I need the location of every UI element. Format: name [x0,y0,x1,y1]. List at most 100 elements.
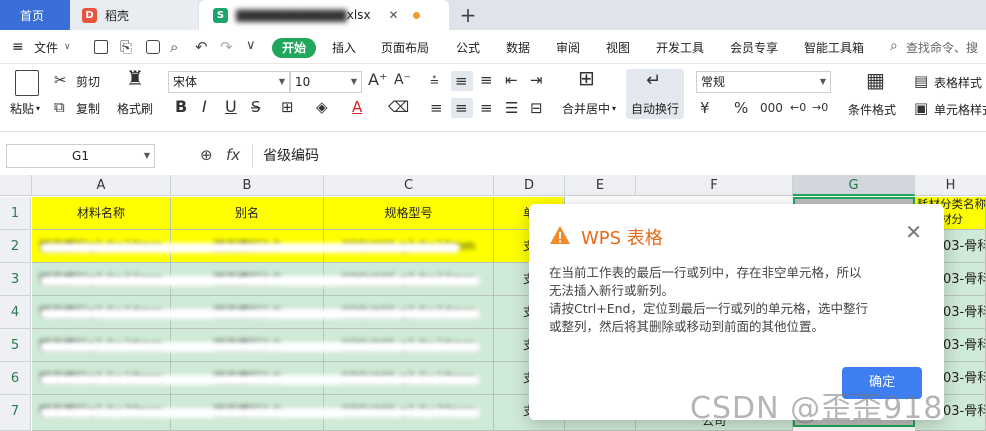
chevron-down-icon: ▼ [278,77,285,86]
export-icon[interactable]: ⎘ [120,38,132,56]
zoom-icon[interactable]: ⊕ [200,146,213,164]
print-icon[interactable] [146,40,160,54]
menu-developer[interactable]: 开发工具 [656,38,704,58]
row-header[interactable]: 3 [0,263,31,296]
increase-font-icon[interactable]: A⁺ [368,72,387,88]
column-header[interactable]: F [636,175,793,196]
header-cell[interactable]: 别名 [171,197,324,230]
print-preview-icon[interactable]: ⌕ [170,38,178,56]
currency-icon[interactable]: ¥ [700,100,710,116]
align-middle-button[interactable]: ≡ [451,71,473,91]
tab-current-file[interactable]: S ▇▇▇▇▇▇▇▇▇▇▇▇ xlsx ✕ [199,0,449,30]
conditional-format-icon[interactable]: ▦ [866,70,885,90]
column-header[interactable]: B [171,175,324,196]
column-header[interactable]: A [32,175,171,196]
chevron-down-icon[interactable]: ∨ [64,42,71,52]
chevron-down-icon[interactable]: ▾ [36,104,40,113]
thousands-icon[interactable]: 000 [760,100,783,116]
cut-button[interactable]: 剪切 [76,73,100,90]
row-header[interactable]: 5 [0,329,31,362]
chevron-down-icon[interactable]: ▾ [612,104,616,113]
menu-smart-toolbox[interactable]: 智能工具箱 [804,38,864,58]
row-header[interactable]: 6 [0,362,31,395]
menu-view[interactable]: 视图 [606,38,630,58]
align-bottom-icon[interactable]: ≡ [480,72,493,88]
column-header[interactable]: D [494,175,565,196]
increase-indent-icon[interactable]: ⇥ [530,72,543,88]
menu-start[interactable]: 开始 [272,38,316,58]
menu-member[interactable]: 会员专享 [730,38,778,58]
column-header-selected[interactable]: G [793,175,915,196]
decrease-font-icon[interactable]: A⁻ [394,72,411,88]
cell-style-button[interactable]: 单元格样式 [934,101,986,118]
select-all-corner[interactable] [0,175,32,196]
close-icon[interactable]: ✕ [905,222,922,242]
decrease-indent-icon[interactable]: ⇤ [505,72,518,88]
align-center-button[interactable]: ≡ [451,98,473,118]
search-icon[interactable]: ⌕ [890,38,898,54]
conditional-format-button[interactable]: 条件格式 [848,101,896,118]
align-right-icon[interactable]: ≡ [480,100,493,116]
name-box[interactable]: G1 ▼ [6,144,155,168]
format-painter-icon[interactable]: ♜ [126,68,144,88]
more-icon[interactable]: ∨ [246,38,256,53]
align-left-icon[interactable]: ≡ [430,100,443,116]
format-painter-button[interactable]: 格式刷 [117,100,153,117]
undo-icon[interactable]: ↶ [195,38,208,56]
column-header[interactable]: H [915,175,986,196]
merge-cells-icon[interactable]: ⊞ [578,68,595,88]
menu-insert[interactable]: 插入 [332,38,356,58]
copy-button[interactable]: 复制 [76,100,100,117]
row-header[interactable]: 1 [0,197,31,230]
menu-data[interactable]: 数据 [506,38,530,58]
justify-icon[interactable]: ☰ [505,100,518,116]
distributed-icon[interactable]: ⊟ [530,100,543,116]
new-tab-button[interactable]: + [455,0,481,30]
row-header[interactable]: 4 [0,296,31,329]
menu-formulas[interactable]: 公式 [456,38,480,58]
bold-icon[interactable]: B [175,99,187,115]
command-search[interactable]: 查找命令、搜 [906,38,978,58]
font-size-select[interactable]: 10 ▼ [290,71,362,93]
copy-icon[interactable]: ⧉ [54,99,65,115]
column-header[interactable]: C [324,175,494,196]
menu-file[interactable]: 文件 [34,38,58,58]
table-style-button[interactable]: 表格样式 [934,74,982,91]
close-icon[interactable]: ✕ [389,8,399,22]
paste-icon[interactable] [15,70,39,96]
decrease-decimal-icon[interactable]: →0 [812,100,828,116]
paste-button[interactable]: 粘贴 [10,100,34,117]
menu-review[interactable]: 审阅 [556,38,580,58]
tab-home[interactable]: 首页 [0,0,70,30]
save-icon[interactable] [94,40,108,54]
borders-icon[interactable]: ⊞ [281,99,294,115]
increase-decimal-icon[interactable]: ←0 [790,100,806,116]
row-header[interactable]: 2 [0,230,31,263]
dialog-message-line: 在当前工作表的最后一行或列中，存在非空单元格，所以 [549,265,862,280]
redo-icon[interactable]: ↷ [220,38,233,56]
clear-format-icon[interactable]: ⌫ [388,99,409,115]
align-top-icon[interactable]: ⩮ [430,72,439,88]
scissors-icon[interactable]: ✂ [54,72,67,88]
header-cell[interactable]: 材料名称 [32,197,171,230]
merge-center-button[interactable]: 合并居中 [562,100,610,117]
header-cell[interactable]: 规格型号 [324,197,494,230]
font-name-select[interactable]: 宋体 ▼ [168,71,290,93]
percent-icon[interactable]: % [734,100,748,116]
column-header[interactable]: E [565,175,636,196]
font-color-icon[interactable]: A [352,99,362,115]
wrap-text-button[interactable]: ↵ 自动换行 [626,69,684,119]
fx-icon[interactable]: fx [226,146,240,164]
formula-input[interactable]: 省级编码 [252,144,986,168]
fill-color-icon[interactable]: ◈ [316,99,328,115]
cell-style-icon[interactable]: ▣ [914,100,928,116]
table-style-icon[interactable]: ▤ [914,73,928,89]
number-format-select[interactable]: 常规 ▼ [696,71,831,93]
strikethrough-icon[interactable]: S̶ [251,99,261,115]
underline-icon[interactable]: U [225,99,237,115]
menu-page-layout[interactable]: 页面布局 [381,38,429,58]
tab-draft[interactable]: D 稻壳 [70,0,198,30]
row-header[interactable]: 7 [0,395,31,431]
italic-icon[interactable]: I [202,99,207,115]
hamburger-menu-icon[interactable]: ≡ [12,40,24,54]
